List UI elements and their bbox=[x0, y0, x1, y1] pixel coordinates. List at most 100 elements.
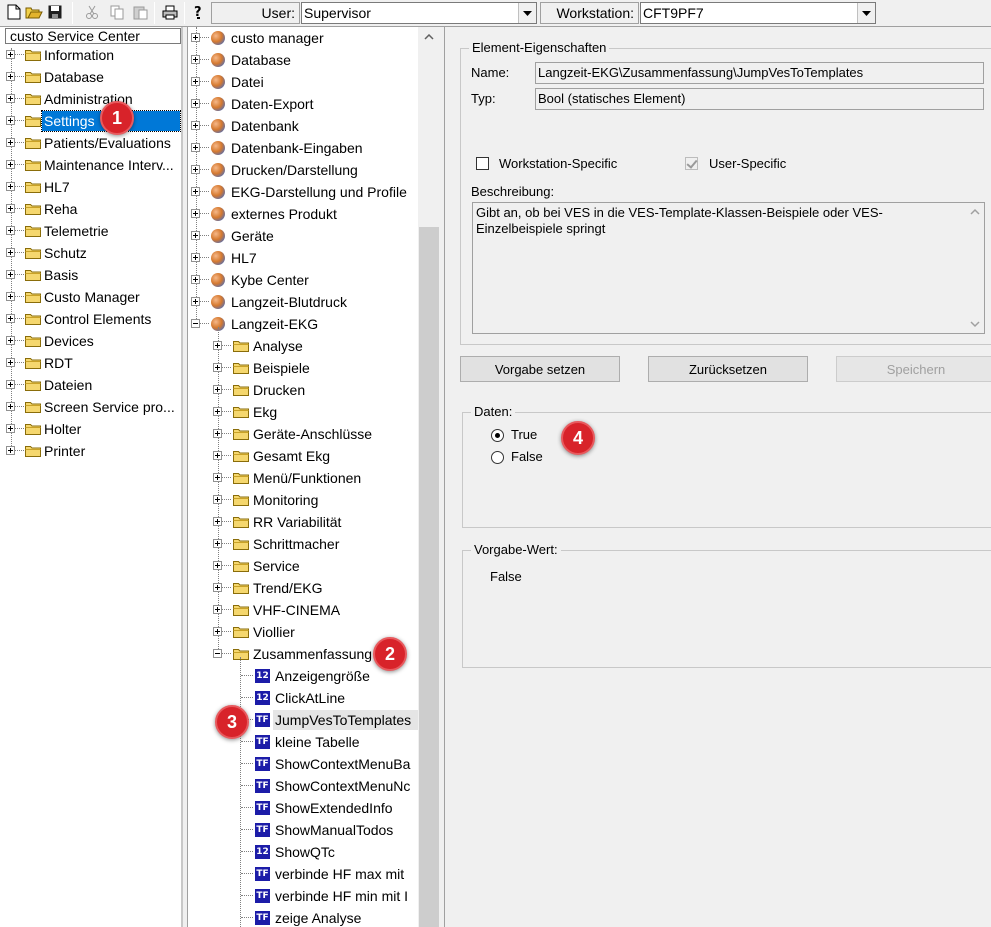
scroll-down-icon[interactable] bbox=[970, 319, 980, 329]
left-tree-item-label[interactable]: Maintenance Interv... bbox=[42, 155, 176, 175]
expand-toggle[interactable] bbox=[191, 209, 200, 218]
middle-tree-item-label[interactable]: Langzeit-EKG bbox=[229, 314, 320, 334]
expand-toggle[interactable] bbox=[213, 451, 222, 460]
scroll-up-icon[interactable] bbox=[418, 27, 440, 47]
middle-tree-item-label[interactable]: Monitoring bbox=[251, 490, 320, 510]
setting-item-label[interactable]: ShowContextMenuNc bbox=[273, 776, 412, 796]
set-default-button[interactable]: Vorgabe setzen bbox=[460, 356, 620, 382]
scrollbar-thumb[interactable] bbox=[419, 227, 439, 927]
left-tree-item-label[interactable]: Schutz bbox=[42, 243, 89, 263]
expand-toggle[interactable] bbox=[213, 495, 222, 504]
middle-tree-item-label[interactable]: Viollier bbox=[251, 622, 297, 642]
left-tree-item-label[interactable]: Information bbox=[42, 45, 116, 65]
middle-tree-item-label[interactable]: RR Variabilität bbox=[251, 512, 343, 532]
expand-toggle[interactable] bbox=[6, 292, 15, 301]
expand-toggle[interactable] bbox=[213, 605, 222, 614]
expand-toggle[interactable] bbox=[6, 402, 15, 411]
expand-toggle[interactable] bbox=[191, 187, 200, 196]
expand-toggle[interactable] bbox=[6, 424, 15, 433]
left-tree-item-label[interactable]: Screen Service pro... bbox=[42, 397, 177, 417]
new-icon[interactable] bbox=[4, 2, 24, 22]
middle-tree-item-label[interactable]: Ekg bbox=[251, 402, 279, 422]
expand-toggle[interactable] bbox=[191, 55, 200, 64]
radio-true[interactable] bbox=[491, 429, 504, 442]
left-tree-item-label[interactable]: Dateien bbox=[42, 375, 94, 395]
expand-toggle[interactable] bbox=[6, 116, 15, 125]
left-tree-item-label[interactable]: Telemetrie bbox=[42, 221, 111, 241]
workstation-specific-checkbox[interactable] bbox=[476, 157, 489, 170]
description-textarea[interactable]: Gibt an, ob bei VES in die VES-Template-… bbox=[472, 202, 985, 334]
middle-tree-item-label[interactable]: Datenbank-Eingaben bbox=[229, 138, 365, 158]
paste-icon[interactable] bbox=[130, 2, 150, 22]
middle-tree-item-label[interactable]: EKG-Darstellung und Profile bbox=[229, 182, 409, 202]
user-specific-checkbox[interactable] bbox=[685, 157, 698, 170]
expand-toggle[interactable] bbox=[213, 385, 222, 394]
setting-item-label[interactable]: ClickAtLine bbox=[273, 688, 347, 708]
expand-toggle[interactable] bbox=[191, 319, 200, 328]
expand-toggle[interactable] bbox=[213, 363, 222, 372]
cut-icon[interactable] bbox=[82, 2, 102, 22]
expand-toggle[interactable] bbox=[191, 33, 200, 42]
middle-tree-item-label[interactable]: Datenbank bbox=[229, 116, 301, 136]
expand-toggle[interactable] bbox=[213, 407, 222, 416]
copy-icon[interactable] bbox=[107, 2, 127, 22]
expand-toggle[interactable] bbox=[6, 380, 15, 389]
expand-toggle[interactable] bbox=[6, 138, 15, 147]
chevron-down-icon[interactable] bbox=[518, 3, 536, 23]
expand-toggle[interactable] bbox=[6, 358, 15, 367]
expand-toggle[interactable] bbox=[191, 297, 200, 306]
expand-toggle[interactable] bbox=[191, 143, 200, 152]
setting-item-label[interactable]: JumpVesToTemplates bbox=[273, 710, 418, 730]
expand-toggle[interactable] bbox=[213, 341, 222, 350]
left-tree-item-label[interactable]: Database bbox=[42, 67, 106, 87]
setting-item-label[interactable]: Anzeigengröße bbox=[273, 666, 372, 686]
left-tree-item-label[interactable]: Custo Manager bbox=[42, 287, 142, 307]
help-icon[interactable]: ? bbox=[189, 2, 209, 22]
expand-toggle[interactable] bbox=[213, 429, 222, 438]
middle-tree-item-label[interactable]: Trend/EKG bbox=[251, 578, 325, 598]
left-tree-item-label[interactable]: Devices bbox=[42, 331, 96, 351]
expand-toggle[interactable] bbox=[6, 72, 15, 81]
radio-false[interactable] bbox=[491, 451, 504, 464]
expand-toggle[interactable] bbox=[6, 182, 15, 191]
setting-item-label[interactable]: verbinde HF min mit I bbox=[273, 886, 410, 906]
middle-tree-item-label[interactable]: HL7 bbox=[229, 248, 259, 268]
middle-tree-item-label[interactable]: Geräte-Anschlüsse bbox=[251, 424, 374, 444]
middle-tree-item-label[interactable]: Schrittmacher bbox=[251, 534, 341, 554]
left-tree-item-label[interactable]: HL7 bbox=[42, 177, 72, 197]
expand-toggle[interactable] bbox=[6, 226, 15, 235]
expand-toggle[interactable] bbox=[191, 99, 200, 108]
middle-tree-item-label[interactable]: Drucken bbox=[251, 380, 307, 400]
expand-toggle[interactable] bbox=[213, 583, 222, 592]
middle-tree-item-label[interactable]: Database bbox=[229, 50, 293, 70]
expand-toggle[interactable] bbox=[6, 204, 15, 213]
left-tree-item-label[interactable]: Printer bbox=[42, 441, 87, 461]
left-tree-item-label[interactable]: Control Elements bbox=[42, 309, 153, 329]
chevron-down-icon[interactable] bbox=[857, 3, 875, 23]
setting-item-label[interactable]: ShowManualTodos bbox=[273, 820, 395, 840]
left-tree-item-label[interactable]: RDT bbox=[42, 353, 75, 373]
expand-toggle[interactable] bbox=[191, 253, 200, 262]
workstation-combobox[interactable]: CFT9PF7 bbox=[640, 2, 876, 24]
middle-tree-item-label[interactable]: externes Produkt bbox=[229, 204, 339, 224]
setting-item-label[interactable]: verbinde HF max mit bbox=[273, 864, 406, 884]
middle-tree-item-label[interactable]: Gesamt Ekg bbox=[251, 446, 332, 466]
save-button[interactable]: Speichern bbox=[836, 356, 991, 382]
expand-toggle[interactable] bbox=[191, 77, 200, 86]
middle-tree-item-label[interactable]: custo manager bbox=[229, 28, 326, 48]
setting-item-label[interactable]: ShowQTc bbox=[273, 842, 337, 862]
scroll-up-icon[interactable] bbox=[970, 207, 980, 217]
expand-toggle[interactable] bbox=[191, 165, 200, 174]
left-tree-item-label[interactable]: Holter bbox=[42, 419, 83, 439]
setting-item-label[interactable]: ShowContextMenuBa bbox=[273, 754, 412, 774]
description-scrollbar[interactable] bbox=[966, 203, 984, 333]
expand-toggle[interactable] bbox=[213, 473, 222, 482]
tree-root-header[interactable]: custo Service Center bbox=[5, 28, 181, 44]
left-tree-item-label[interactable]: Basis bbox=[42, 265, 80, 285]
expand-toggle[interactable] bbox=[191, 231, 200, 240]
setting-item-label[interactable]: kleine Tabelle bbox=[273, 732, 362, 752]
expand-toggle[interactable] bbox=[213, 561, 222, 570]
expand-toggle[interactable] bbox=[191, 275, 200, 284]
middle-tree-item-label[interactable]: Langzeit-Blutdruck bbox=[229, 292, 349, 312]
middle-tree-item-label[interactable]: Service bbox=[251, 556, 302, 576]
